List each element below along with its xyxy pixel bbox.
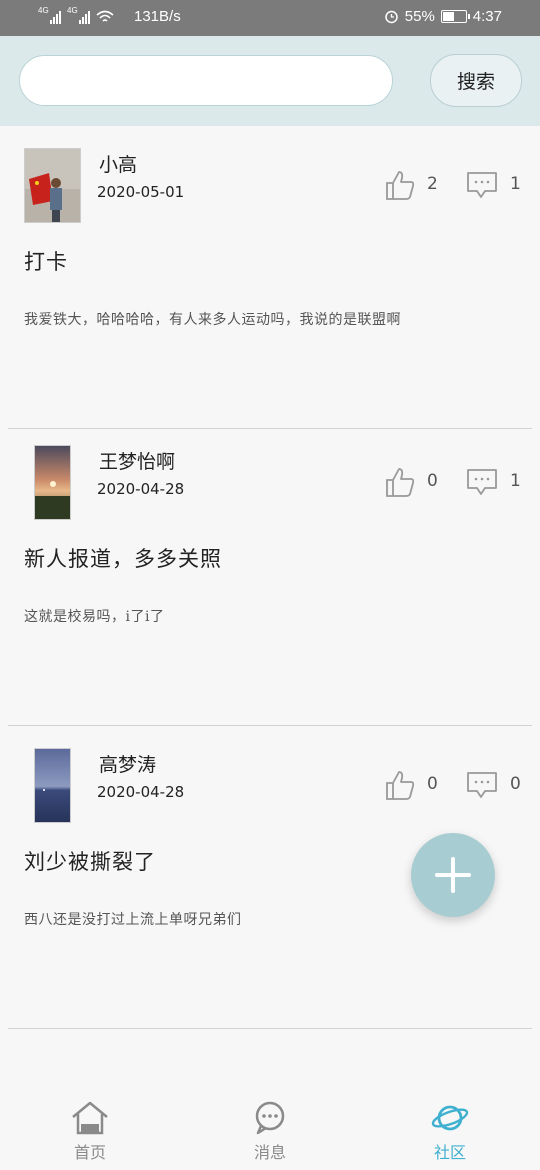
search-input[interactable] — [19, 55, 393, 106]
search-button[interactable]: 搜索 — [430, 54, 522, 107]
post-author[interactable]: 高梦涛 — [99, 750, 156, 777]
wifi-icon — [96, 10, 114, 22]
comment-count: 1 — [510, 471, 521, 491]
nav-item-community[interactable]: 社区 — [360, 1086, 540, 1170]
post-body: 我爱铁大，哈哈哈哈，有人来多人运动吗，我说的是联盟啊 — [24, 312, 401, 328]
nav-label: 消息 — [253, 1143, 286, 1162]
post-title: 新人报道，多多关照 — [24, 547, 222, 571]
status-bar: 4G 4G 131B/s 55% 4:37 — [0, 0, 540, 36]
status-left: 4G 4G 131B/s — [38, 6, 181, 26]
comment-icon[interactable] — [466, 770, 498, 800]
bottom-nav: 首页 消息 社区 — [0, 1086, 540, 1170]
network-speed: 131B/s — [134, 8, 181, 25]
nav-item-home[interactable]: 首页 — [0, 1086, 180, 1170]
post-body: 这就是校易吗，i了i了 — [24, 609, 165, 625]
post-body: 西八还是没打过上流上单呀兄弟们 — [24, 912, 242, 928]
network-type-label: 4G — [67, 5, 78, 15]
signal-icon: 4G — [38, 6, 61, 24]
nav-label: 首页 — [73, 1143, 106, 1162]
comment-icon[interactable] — [466, 467, 498, 497]
message-icon — [255, 1101, 285, 1135]
post-card[interactable]: 小高 2020-05-01 2 1 打卡 我爱铁大，哈哈哈哈，有人来多人运动吗，… — [8, 126, 532, 429]
network-type-label: 4G — [38, 5, 49, 15]
post-card[interactable]: 王梦怡啊 2020-04-28 0 1 新人报道，多多关照 这就是校易吗，i了i… — [8, 423, 532, 726]
battery-percent: 55% — [404, 8, 435, 25]
post-title: 打卡 — [24, 250, 68, 274]
avatar[interactable] — [34, 445, 71, 520]
comment-count: 1 — [510, 174, 521, 194]
clock: 4:37 — [472, 8, 502, 25]
post-author[interactable]: 王梦怡啊 — [99, 447, 175, 474]
post-author[interactable]: 小高 — [99, 150, 137, 177]
comment-count: 0 — [510, 774, 521, 794]
post-date: 2020-05-01 — [97, 183, 185, 201]
post-date: 2020-04-28 — [97, 480, 185, 498]
nav-item-messages[interactable]: 消息 — [180, 1086, 360, 1170]
nav-label: 社区 — [433, 1143, 466, 1162]
battery-icon — [440, 10, 470, 23]
home-icon — [72, 1101, 108, 1135]
status-right: 55% 4:37 — [384, 8, 502, 25]
search-header: 搜索 — [0, 36, 540, 126]
like-count: 2 — [427, 174, 438, 194]
alarm-icon — [385, 10, 398, 24]
like-icon[interactable] — [384, 769, 416, 801]
signal-icon: 4G — [67, 6, 90, 24]
comment-icon[interactable] — [466, 170, 498, 200]
post-title: 刘少被撕裂了 — [24, 850, 156, 874]
like-count: 0 — [427, 471, 438, 491]
planet-icon — [431, 1105, 469, 1131]
like-count: 0 — [427, 774, 438, 794]
like-icon[interactable] — [384, 169, 416, 201]
post-date: 2020-04-28 — [97, 783, 185, 801]
like-icon[interactable] — [384, 466, 416, 498]
avatar[interactable] — [34, 748, 71, 823]
add-post-button[interactable] — [411, 833, 495, 917]
avatar[interactable] — [24, 148, 81, 223]
